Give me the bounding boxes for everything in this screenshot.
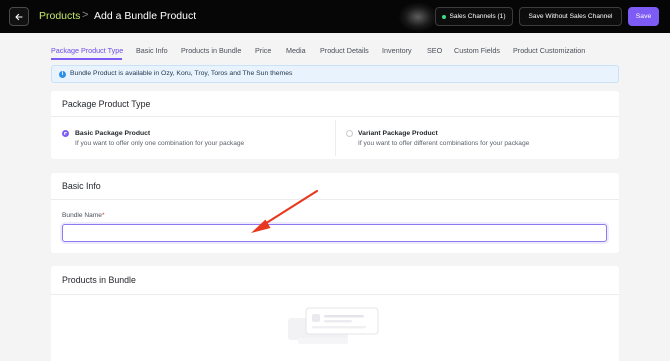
info-banner: i Bundle Product is available in Ozy, Ko… [51, 65, 619, 83]
back-button[interactable] [9, 7, 29, 26]
card-divider [51, 199, 619, 200]
tab-inventory[interactable]: Inventory [382, 46, 412, 55]
variant-package-label[interactable]: Variant Package Product [358, 130, 438, 137]
basic-info-card: Basic Info Bundle Name* [51, 173, 619, 253]
save-button[interactable]: Save [628, 7, 659, 26]
card-divider [51, 294, 619, 295]
bundle-name-input[interactable] [62, 224, 607, 242]
tab-package-product-type[interactable]: Package Product Type [51, 46, 123, 55]
bundle-name-label: Bundle Name* [62, 212, 105, 219]
tab-media[interactable]: Media [286, 46, 306, 55]
active-tab-indicator [51, 58, 122, 60]
breadcrumb-separator: > [82, 9, 89, 21]
top-bar: Products > Add a Bundle Product Sales Ch… [0, 0, 670, 33]
products-in-bundle-title: Products in Bundle [62, 275, 136, 285]
status-dot-icon [442, 14, 447, 19]
required-mark: * [101, 212, 105, 219]
breadcrumb-products-link[interactable]: Products [39, 10, 80, 22]
bundle-name-label-text: Bundle Name [62, 212, 102, 219]
package-product-type-card: Package Product Type Basic Package Produ… [51, 91, 619, 159]
card-divider [51, 116, 619, 117]
page-title: Add a Bundle Product [94, 10, 197, 22]
sales-channels-label: Sales Channels (1) [449, 13, 506, 20]
tab-price[interactable]: Price [255, 46, 271, 55]
arrow-left-icon [15, 13, 23, 20]
products-in-bundle-card: Products in Bundle [51, 266, 619, 361]
info-icon: i [59, 71, 66, 78]
sales-channels-button[interactable]: Sales Channels (1) [435, 7, 513, 26]
basic-package-radio[interactable] [62, 130, 69, 137]
basic-info-title: Basic Info [62, 181, 101, 191]
tab-basic-info[interactable]: Basic Info [136, 46, 168, 55]
blurred-region [398, 2, 438, 32]
variant-package-radio[interactable] [346, 130, 353, 137]
tab-seo[interactable]: SEO [427, 46, 442, 55]
basic-package-label[interactable]: Basic Package Product [75, 130, 150, 137]
options-separator [335, 120, 336, 156]
info-banner-text: Bundle Product is available in Ozy, Koru… [70, 70, 293, 77]
variant-package-description: If you want to offer different combinati… [358, 140, 530, 147]
tab-products-in-bundle[interactable]: Products in Bundle [181, 46, 241, 55]
package-product-type-title: Package Product Type [62, 99, 151, 109]
save-without-sales-channel-button[interactable]: Save Without Sales Channel [519, 7, 622, 26]
tab-product-customization[interactable]: Product Customization [513, 46, 585, 55]
tab-custom-fields[interactable]: Custom Fields [454, 46, 500, 55]
empty-state-illustration [288, 307, 379, 344]
basic-package-description: If you want to offer only one combinatio… [75, 140, 245, 147]
tab-product-details[interactable]: Product Details [320, 46, 369, 55]
